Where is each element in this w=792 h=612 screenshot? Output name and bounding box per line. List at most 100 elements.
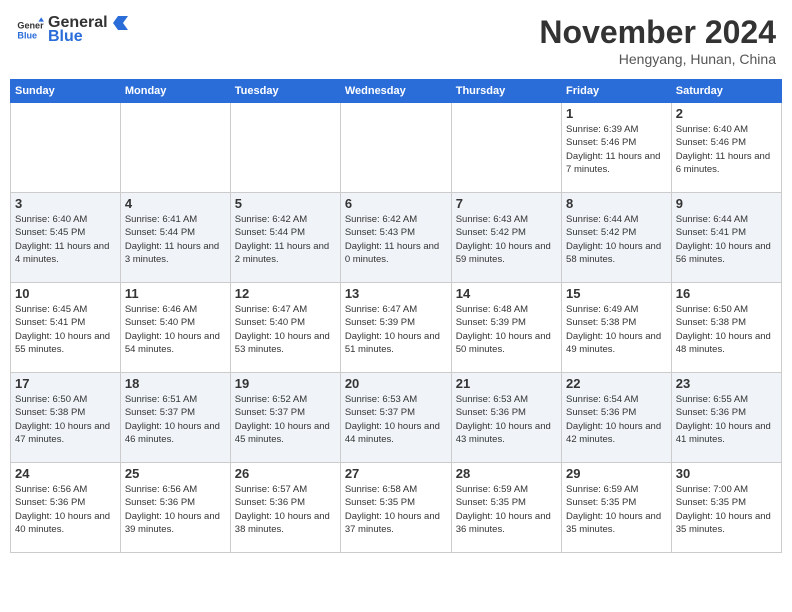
calendar-cell: 4 Sunrise: 6:41 AM Sunset: 5:44 PM Daylig… <box>120 193 230 283</box>
calendar-cell: 29 Sunrise: 6:59 AM Sunset: 5:35 PM Dayli… <box>562 463 672 553</box>
calendar-cell: 10 Sunrise: 6:45 AM Sunset: 5:41 PM Dayli… <box>11 283 121 373</box>
day-info: Sunrise: 6:59 AM Sunset: 5:35 PM Dayligh… <box>566 483 667 536</box>
day-info: Sunrise: 6:56 AM Sunset: 5:36 PM Dayligh… <box>15 483 116 536</box>
day-info: Sunrise: 6:41 AM Sunset: 5:44 PM Dayligh… <box>125 213 226 266</box>
day-info: Sunrise: 6:47 AM Sunset: 5:39 PM Dayligh… <box>345 303 447 356</box>
day-header-thursday: Thursday <box>451 80 561 103</box>
calendar-cell <box>11 103 121 193</box>
day-info: Sunrise: 6:54 AM Sunset: 5:36 PM Dayligh… <box>566 393 667 446</box>
day-number: 18 <box>125 376 226 391</box>
calendar-cell: 2 Sunrise: 6:40 AM Sunset: 5:46 PM Daylig… <box>671 103 781 193</box>
day-number: 9 <box>676 196 777 211</box>
calendar-cell: 12Sunrise: 6:47 AM Sunset: 5:40 PM Dayli… <box>230 283 340 373</box>
calendar-cell: 28 Sunrise: 6:59 AM Sunset: 5:35 PM Dayli… <box>451 463 561 553</box>
week-row-1: 3 Sunrise: 6:40 AM Sunset: 5:45 PM Daylig… <box>11 193 782 283</box>
day-info: Sunrise: 6:45 AM Sunset: 5:41 PM Dayligh… <box>15 303 116 356</box>
day-number: 17 <box>15 376 116 391</box>
day-number: 12 <box>235 286 336 301</box>
day-number: 20 <box>345 376 447 391</box>
calendar-cell: 27Sunrise: 6:58 AM Sunset: 5:35 PM Dayli… <box>340 463 451 553</box>
day-info: Sunrise: 6:48 AM Sunset: 5:39 PM Dayligh… <box>456 303 557 356</box>
day-header-wednesday: Wednesday <box>340 80 451 103</box>
day-info: Sunrise: 6:46 AM Sunset: 5:40 PM Dayligh… <box>125 303 226 356</box>
day-info: Sunrise: 6:57 AM Sunset: 5:36 PM Dayligh… <box>235 483 336 536</box>
day-info: Sunrise: 6:55 AM Sunset: 5:36 PM Dayligh… <box>676 393 777 446</box>
calendar-cell: 24 Sunrise: 6:56 AM Sunset: 5:36 PM Dayli… <box>11 463 121 553</box>
day-number: 15 <box>566 286 667 301</box>
day-info: Sunrise: 6:51 AM Sunset: 5:37 PM Dayligh… <box>125 393 226 446</box>
day-info: Sunrise: 7:00 AM Sunset: 5:35 PM Dayligh… <box>676 483 777 536</box>
day-header-friday: Friday <box>562 80 672 103</box>
day-number: 4 <box>125 196 226 211</box>
week-row-4: 24 Sunrise: 6:56 AM Sunset: 5:36 PM Dayli… <box>11 463 782 553</box>
day-number: 8 <box>566 196 667 211</box>
calendar-cell: 18 Sunrise: 6:51 AM Sunset: 5:37 PM Dayli… <box>120 373 230 463</box>
day-number: 6 <box>345 196 447 211</box>
day-number: 10 <box>15 286 116 301</box>
day-info: Sunrise: 6:40 AM Sunset: 5:46 PM Dayligh… <box>676 123 777 176</box>
logo: General Blue General Blue <box>16 14 128 46</box>
day-info: Sunrise: 6:42 AM Sunset: 5:43 PM Dayligh… <box>345 213 447 266</box>
calendar-cell: 11 Sunrise: 6:46 AM Sunset: 5:40 PM Dayli… <box>120 283 230 373</box>
calendar-cell: 1Sunrise: 6:39 AM Sunset: 5:46 PM Daylig… <box>562 103 672 193</box>
month-title: November 2024 <box>539 14 776 51</box>
day-number: 26 <box>235 466 336 481</box>
location: Hengyang, Hunan, China <box>539 51 776 67</box>
day-info: Sunrise: 6:43 AM Sunset: 5:42 PM Dayligh… <box>456 213 557 266</box>
week-row-0: 1Sunrise: 6:39 AM Sunset: 5:46 PM Daylig… <box>11 103 782 193</box>
day-number: 23 <box>676 376 777 391</box>
day-info: Sunrise: 6:53 AM Sunset: 5:36 PM Dayligh… <box>456 393 557 446</box>
calendar-cell <box>230 103 340 193</box>
calendar-cell: 15Sunrise: 6:49 AM Sunset: 5:38 PM Dayli… <box>562 283 672 373</box>
calendar-cell: 19Sunrise: 6:52 AM Sunset: 5:37 PM Dayli… <box>230 373 340 463</box>
day-number: 11 <box>125 286 226 301</box>
header: General Blue General Blue November 2024 … <box>10 10 782 71</box>
day-info: Sunrise: 6:44 AM Sunset: 5:41 PM Dayligh… <box>676 213 777 266</box>
calendar-body: 1Sunrise: 6:39 AM Sunset: 5:46 PM Daylig… <box>11 103 782 553</box>
day-number: 19 <box>235 376 336 391</box>
days-header-row: SundayMondayTuesdayWednesdayThursdayFrid… <box>11 80 782 103</box>
calendar-cell: 14 Sunrise: 6:48 AM Sunset: 5:39 PM Dayli… <box>451 283 561 373</box>
day-number: 5 <box>235 196 336 211</box>
calendar-cell: 16 Sunrise: 6:50 AM Sunset: 5:38 PM Dayli… <box>671 283 781 373</box>
day-number: 28 <box>456 466 557 481</box>
day-number: 13 <box>345 286 447 301</box>
calendar-cell: 6 Sunrise: 6:42 AM Sunset: 5:43 PM Daylig… <box>340 193 451 283</box>
calendar-cell: 3 Sunrise: 6:40 AM Sunset: 5:45 PM Daylig… <box>11 193 121 283</box>
calendar-cell <box>451 103 561 193</box>
calendar-cell: 5 Sunrise: 6:42 AM Sunset: 5:44 PM Daylig… <box>230 193 340 283</box>
day-number: 16 <box>676 286 777 301</box>
calendar-cell: 23 Sunrise: 6:55 AM Sunset: 5:36 PM Dayli… <box>671 373 781 463</box>
day-info: Sunrise: 6:42 AM Sunset: 5:44 PM Dayligh… <box>235 213 336 266</box>
calendar-cell: 26 Sunrise: 6:57 AM Sunset: 5:36 PM Dayli… <box>230 463 340 553</box>
day-number: 21 <box>456 376 557 391</box>
calendar-cell <box>120 103 230 193</box>
day-number: 25 <box>125 466 226 481</box>
week-row-2: 10 Sunrise: 6:45 AM Sunset: 5:41 PM Dayli… <box>11 283 782 373</box>
day-number: 2 <box>676 106 777 121</box>
day-header-saturday: Saturday <box>671 80 781 103</box>
calendar-cell: 21 Sunrise: 6:53 AM Sunset: 5:36 PM Dayli… <box>451 373 561 463</box>
day-header-sunday: Sunday <box>11 80 121 103</box>
svg-text:Blue: Blue <box>17 30 37 40</box>
day-header-tuesday: Tuesday <box>230 80 340 103</box>
calendar-header: SundayMondayTuesdayWednesdayThursdayFrid… <box>11 80 782 103</box>
calendar: SundayMondayTuesdayWednesdayThursdayFrid… <box>10 79 782 553</box>
logo-icon: General Blue <box>16 16 44 44</box>
day-number: 30 <box>676 466 777 481</box>
calendar-cell: 30 Sunrise: 7:00 AM Sunset: 5:35 PM Dayli… <box>671 463 781 553</box>
day-info: Sunrise: 6:40 AM Sunset: 5:45 PM Dayligh… <box>15 213 116 266</box>
title-block: November 2024 Hengyang, Hunan, China <box>539 14 776 67</box>
day-info: Sunrise: 6:39 AM Sunset: 5:46 PM Dayligh… <box>566 123 667 176</box>
day-number: 29 <box>566 466 667 481</box>
day-number: 24 <box>15 466 116 481</box>
day-number: 3 <box>15 196 116 211</box>
day-info: Sunrise: 6:50 AM Sunset: 5:38 PM Dayligh… <box>676 303 777 356</box>
calendar-cell: 13 Sunrise: 6:47 AM Sunset: 5:39 PM Dayli… <box>340 283 451 373</box>
logo-arrow-icon <box>110 14 128 32</box>
day-number: 14 <box>456 286 557 301</box>
day-info: Sunrise: 6:56 AM Sunset: 5:36 PM Dayligh… <box>125 483 226 536</box>
day-number: 7 <box>456 196 557 211</box>
day-info: Sunrise: 6:59 AM Sunset: 5:35 PM Dayligh… <box>456 483 557 536</box>
calendar-cell: 17Sunrise: 6:50 AM Sunset: 5:38 PM Dayli… <box>11 373 121 463</box>
